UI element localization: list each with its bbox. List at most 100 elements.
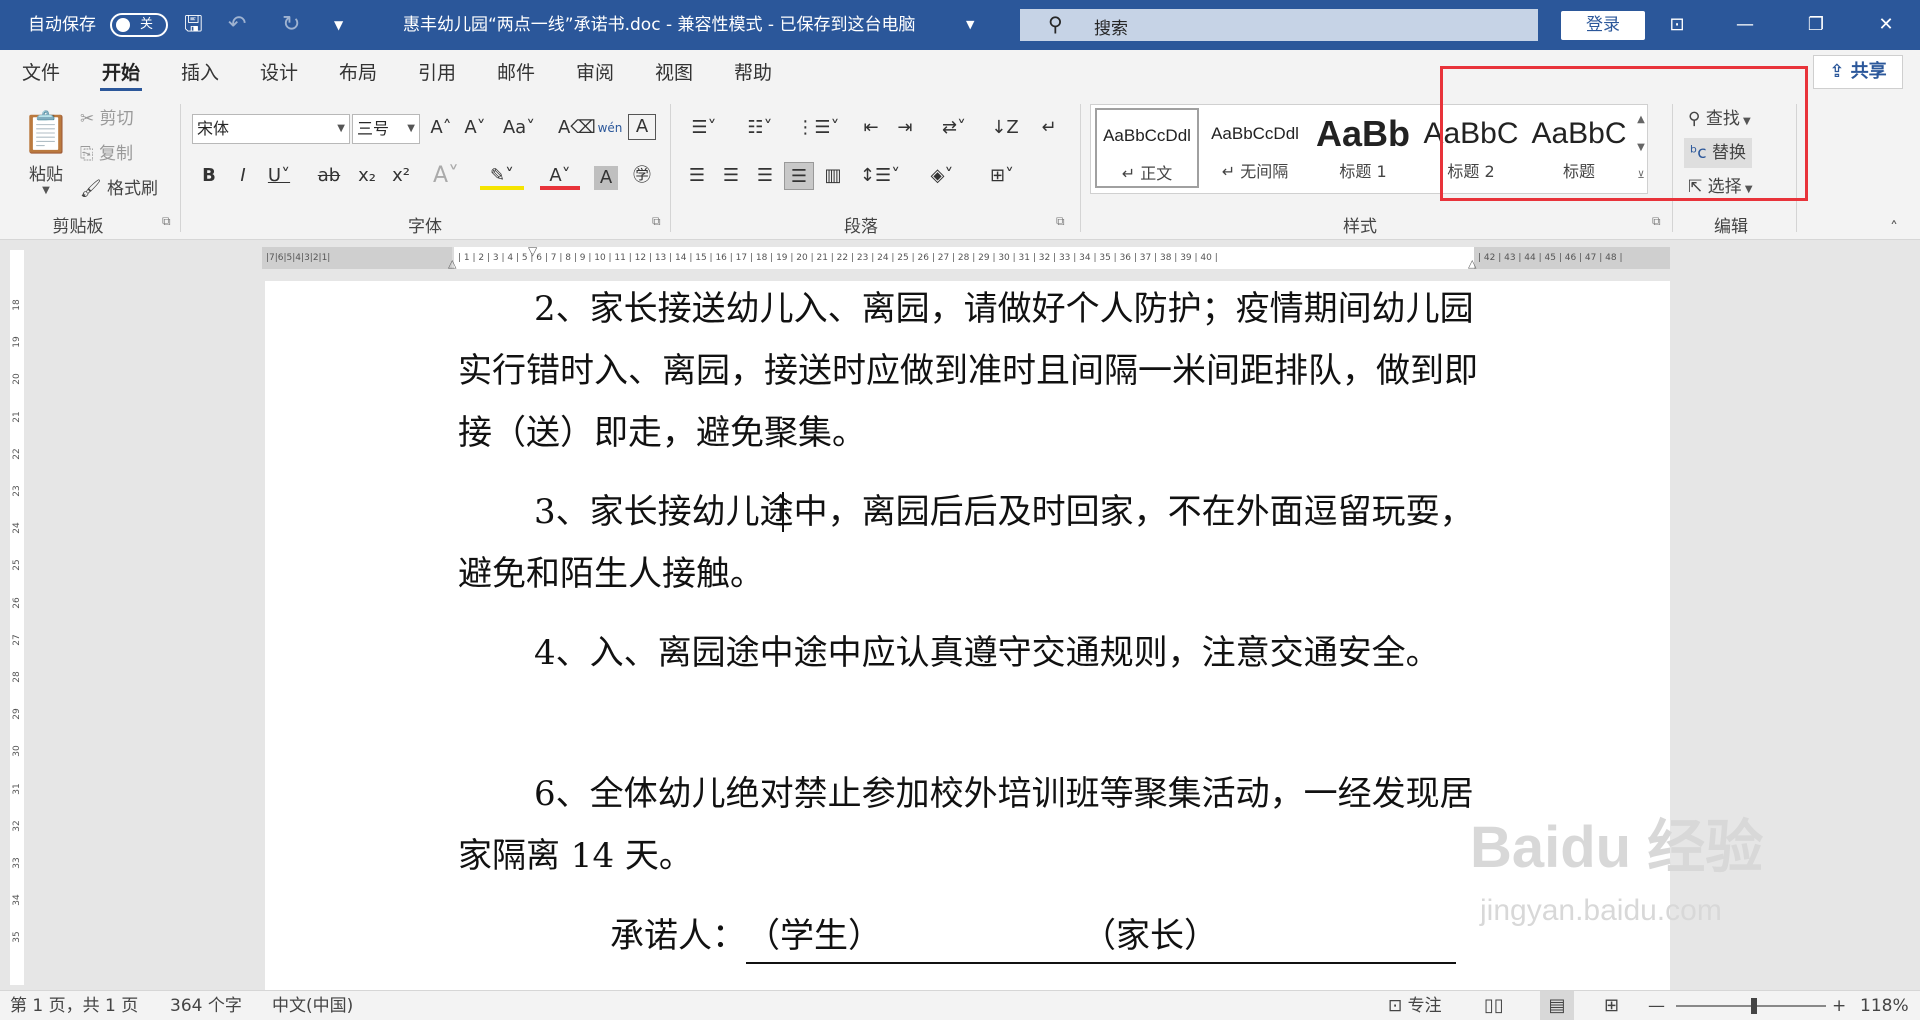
- tab-layout[interactable]: 布局: [335, 50, 381, 96]
- style-normal[interactable]: AaBbCcDdl ↵ 正文: [1095, 108, 1199, 188]
- paragraph-6[interactable]: 6、全体幼儿绝对禁止参加校外培训班等聚集活动，一经发现居家隔离 14 天。: [458, 763, 1478, 887]
- autosave-state: 关: [140, 17, 154, 32]
- bold-icon[interactable]: B: [196, 162, 222, 190]
- search-box[interactable]: ⚲ 搜索: [1020, 9, 1538, 41]
- undo-icon[interactable]: ↶: [228, 0, 246, 50]
- share-button[interactable]: ⇪ 共享: [1813, 55, 1903, 89]
- paragraph-2-text: 2、家长接送幼儿入、离园，请做好个人防护；疫情期间幼儿园实行错时入、离园，接送时…: [458, 289, 1478, 453]
- clipboard-icon: 📋: [21, 110, 71, 156]
- login-button[interactable]: 登录: [1561, 11, 1645, 40]
- format-painter-button[interactable]: 🖌 格式刷: [80, 174, 158, 204]
- title-dropdown-icon[interactable]: ▼: [966, 0, 974, 50]
- clipboard-group-label: 剪贴板: [52, 217, 104, 237]
- sort-icon[interactable]: ↓Z: [990, 114, 1020, 142]
- read-mode-icon[interactable]: ▯▯: [1484, 991, 1504, 1020]
- restore-icon[interactable]: ❐: [1786, 0, 1846, 50]
- line-spacing-icon[interactable]: ↕☰˅: [858, 162, 902, 190]
- distributed-icon[interactable]: ▥: [818, 162, 848, 190]
- multilevel-list-icon[interactable]: ⋮☰˅: [796, 114, 840, 142]
- numbering-icon[interactable]: ☷˅: [738, 114, 782, 142]
- ribbon-display-icon[interactable]: ⊡: [1647, 0, 1707, 50]
- character-shading-icon[interactable]: A: [594, 166, 618, 190]
- paragraph-3[interactable]: 3、家长接幼儿途中，离园后后及时回家，不在外面逗留玩耍，避免和陌生人接触。: [458, 481, 1478, 605]
- strikethrough-icon[interactable]: ab: [314, 162, 344, 190]
- italic-icon[interactable]: I: [230, 162, 256, 190]
- first-line-indent-icon[interactable]: ▽: [528, 247, 537, 258]
- clipboard-launcher-icon[interactable]: ⧉: [162, 214, 171, 229]
- tab-mailings[interactable]: 邮件: [493, 50, 539, 96]
- subscript-icon[interactable]: x₂: [354, 162, 380, 190]
- page-count[interactable]: 第 1 页，共 1 页: [10, 991, 138, 1020]
- font-size-box[interactable]: 三号 ▼: [352, 114, 420, 144]
- tab-help[interactable]: 帮助: [730, 50, 776, 96]
- vertical-ruler-tick: 25: [12, 559, 22, 572]
- copy-button[interactable]: ⎘ 复制: [80, 139, 133, 169]
- language[interactable]: 中文(中国): [272, 991, 353, 1020]
- tab-review[interactable]: 审阅: [572, 50, 618, 96]
- grow-font-icon[interactable]: A˄: [426, 114, 456, 142]
- horizontal-ruler[interactable]: |7|6|5|4|3|2|1| | 1 | 2 | 3 | 4 | 5 | 6 …: [262, 247, 1670, 269]
- shading-icon[interactable]: ◈˅: [920, 162, 964, 190]
- tab-home[interactable]: 开始: [98, 50, 144, 96]
- clear-formatting-icon[interactable]: A⌫: [558, 114, 596, 142]
- decrease-indent-icon[interactable]: ⇤: [856, 114, 886, 142]
- minimize-icon[interactable]: —: [1715, 0, 1775, 50]
- cut-button[interactable]: ✂ 剪切: [80, 104, 134, 134]
- tab-references[interactable]: 引用: [414, 50, 460, 96]
- web-layout-icon[interactable]: ⊞: [1604, 991, 1619, 1020]
- superscript-icon[interactable]: x²: [388, 162, 414, 190]
- style-no-spacing[interactable]: AaBbCcDdl ↵ 无间隔: [1203, 108, 1307, 188]
- close-icon[interactable]: ✕: [1856, 0, 1916, 50]
- separator: [180, 104, 181, 232]
- increase-indent-icon[interactable]: ⇥: [890, 114, 920, 142]
- tab-insert[interactable]: 插入: [177, 50, 223, 96]
- align-left-icon[interactable]: ☰: [682, 162, 712, 190]
- vertical-ruler[interactable]: 18 19 20 21 22 23 24 25 26 27 28 29 30 31 32 33 34 35: [0, 240, 32, 990]
- focus-button[interactable]: ⊡ 专注: [1388, 991, 1442, 1020]
- collapse-ribbon-icon[interactable]: ˄: [1890, 218, 1898, 237]
- change-case-icon[interactable]: Aa˅: [498, 114, 540, 142]
- zoom-in-icon[interactable]: +: [1832, 991, 1846, 1020]
- paste-button[interactable]: 📋 粘贴 ▼: [18, 106, 74, 202]
- enclosed-character-icon[interactable]: ㊫: [628, 162, 656, 190]
- tab-view[interactable]: 视图: [651, 50, 697, 96]
- borders-icon[interactable]: ⊞˅: [976, 162, 1028, 190]
- font-name-box[interactable]: 宋体 ▼: [192, 114, 350, 144]
- highlight-box: [1440, 66, 1808, 201]
- save-icon[interactable]: 🖫: [184, 0, 203, 50]
- character-border-icon[interactable]: A: [628, 114, 656, 140]
- highlight-icon[interactable]: ✎˅: [480, 162, 524, 190]
- word-count[interactable]: 364 个字: [170, 991, 242, 1020]
- print-layout-icon[interactable]: ▤: [1540, 991, 1574, 1020]
- styles-launcher-icon[interactable]: ⧉: [1652, 214, 1661, 229]
- baidu-watermark: Baidu 经验 jingyan.baidu.com: [1470, 805, 1910, 985]
- signature-line[interactable]: 承诺人：（学生） （家长）: [610, 905, 1456, 967]
- bullets-icon[interactable]: ☰˅: [682, 114, 726, 142]
- zoom-slider-thumb[interactable]: [1751, 998, 1758, 1014]
- text-effects-icon[interactable]: A˅: [428, 162, 464, 190]
- right-indent-icon[interactable]: △: [1468, 257, 1476, 269]
- zoom-level[interactable]: 118%: [1860, 991, 1909, 1020]
- style-heading-1[interactable]: AaBb 标题 1: [1311, 108, 1415, 188]
- tab-file[interactable]: 文件: [18, 50, 64, 96]
- redo-icon[interactable]: ↻: [282, 0, 300, 50]
- zoom-out-icon[interactable]: —: [1648, 991, 1665, 1020]
- font-launcher-icon[interactable]: ⧉: [652, 214, 661, 229]
- show-marks-icon[interactable]: ↵: [1034, 114, 1064, 142]
- paragraph-2[interactable]: 2、家长接送幼儿入、离园，请做好个人防护；疫情期间幼儿园实行错时入、离园，接送时…: [458, 278, 1478, 464]
- left-indent-icon[interactable]: △: [448, 257, 456, 269]
- underline-icon[interactable]: U˅: [264, 162, 294, 190]
- align-center-icon[interactable]: ☰: [716, 162, 746, 190]
- shrink-font-icon[interactable]: A˅: [460, 114, 490, 142]
- autosave-toggle[interactable]: 关: [110, 13, 168, 37]
- paragraph-launcher-icon[interactable]: ⧉: [1056, 214, 1065, 229]
- align-right-icon[interactable]: ☰: [750, 162, 780, 190]
- customize-toolbar-icon[interactable]: ▼: [334, 0, 343, 50]
- paragraph-4[interactable]: 4、入、离园途中途中应认真遵守交通规则，注意交通安全。: [458, 622, 1478, 684]
- font-group-label: 字体: [408, 217, 442, 237]
- tab-design[interactable]: 设计: [256, 50, 302, 96]
- font-color-icon[interactable]: A˅: [540, 162, 580, 190]
- phonetic-guide-icon[interactable]: wén: [596, 114, 624, 142]
- text-direction-icon[interactable]: ⇄˅: [932, 114, 976, 142]
- justify-icon[interactable]: ☰: [784, 162, 814, 190]
